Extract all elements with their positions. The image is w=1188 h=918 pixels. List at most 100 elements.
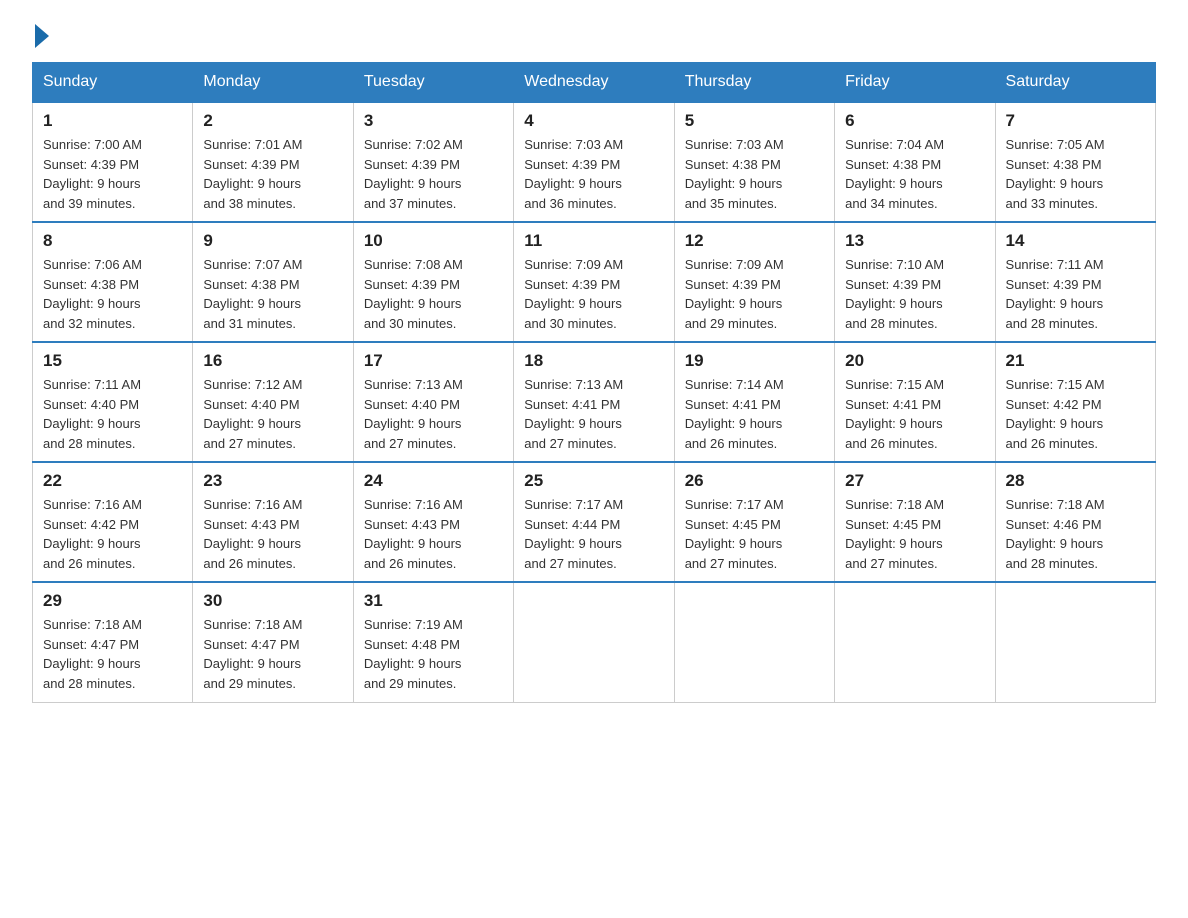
day-info: Sunrise: 7:19 AM Sunset: 4:48 PM Dayligh… (364, 615, 503, 693)
weekday-header-monday: Monday (193, 63, 353, 103)
day-info: Sunrise: 7:18 AM Sunset: 4:47 PM Dayligh… (43, 615, 182, 693)
day-info: Sunrise: 7:10 AM Sunset: 4:39 PM Dayligh… (845, 255, 984, 333)
calendar-cell: 22 Sunrise: 7:16 AM Sunset: 4:42 PM Dayl… (33, 462, 193, 582)
day-info: Sunrise: 7:15 AM Sunset: 4:42 PM Dayligh… (1006, 375, 1145, 453)
calendar-cell: 8 Sunrise: 7:06 AM Sunset: 4:38 PM Dayli… (33, 222, 193, 342)
day-number: 21 (1006, 351, 1145, 371)
day-number: 17 (364, 351, 503, 371)
day-info: Sunrise: 7:04 AM Sunset: 4:38 PM Dayligh… (845, 135, 984, 213)
day-info: Sunrise: 7:03 AM Sunset: 4:38 PM Dayligh… (685, 135, 824, 213)
calendar-cell: 10 Sunrise: 7:08 AM Sunset: 4:39 PM Dayl… (353, 222, 513, 342)
calendar-cell: 28 Sunrise: 7:18 AM Sunset: 4:46 PM Dayl… (995, 462, 1155, 582)
day-number: 15 (43, 351, 182, 371)
day-info: Sunrise: 7:18 AM Sunset: 4:45 PM Dayligh… (845, 495, 984, 573)
day-info: Sunrise: 7:01 AM Sunset: 4:39 PM Dayligh… (203, 135, 342, 213)
calendar-cell: 15 Sunrise: 7:11 AM Sunset: 4:40 PM Dayl… (33, 342, 193, 462)
calendar-cell: 30 Sunrise: 7:18 AM Sunset: 4:47 PM Dayl… (193, 582, 353, 702)
weekday-header-row: SundayMondayTuesdayWednesdayThursdayFrid… (33, 63, 1156, 103)
calendar-week-row: 1 Sunrise: 7:00 AM Sunset: 4:39 PM Dayli… (33, 102, 1156, 222)
day-number: 27 (845, 471, 984, 491)
day-info: Sunrise: 7:11 AM Sunset: 4:39 PM Dayligh… (1006, 255, 1145, 333)
day-number: 29 (43, 591, 182, 611)
day-number: 25 (524, 471, 663, 491)
day-number: 4 (524, 111, 663, 131)
calendar-cell: 9 Sunrise: 7:07 AM Sunset: 4:38 PM Dayli… (193, 222, 353, 342)
day-info: Sunrise: 7:16 AM Sunset: 4:43 PM Dayligh… (364, 495, 503, 573)
calendar-cell: 21 Sunrise: 7:15 AM Sunset: 4:42 PM Dayl… (995, 342, 1155, 462)
day-info: Sunrise: 7:09 AM Sunset: 4:39 PM Dayligh… (524, 255, 663, 333)
weekday-header-saturday: Saturday (995, 63, 1155, 103)
day-info: Sunrise: 7:02 AM Sunset: 4:39 PM Dayligh… (364, 135, 503, 213)
day-info: Sunrise: 7:05 AM Sunset: 4:38 PM Dayligh… (1006, 135, 1145, 213)
weekday-header-wednesday: Wednesday (514, 63, 674, 103)
day-info: Sunrise: 7:15 AM Sunset: 4:41 PM Dayligh… (845, 375, 984, 453)
day-info: Sunrise: 7:16 AM Sunset: 4:42 PM Dayligh… (43, 495, 182, 573)
day-number: 9 (203, 231, 342, 251)
calendar-cell: 31 Sunrise: 7:19 AM Sunset: 4:48 PM Dayl… (353, 582, 513, 702)
calendar-cell: 11 Sunrise: 7:09 AM Sunset: 4:39 PM Dayl… (514, 222, 674, 342)
day-number: 20 (845, 351, 984, 371)
day-info: Sunrise: 7:09 AM Sunset: 4:39 PM Dayligh… (685, 255, 824, 333)
day-info: Sunrise: 7:08 AM Sunset: 4:39 PM Dayligh… (364, 255, 503, 333)
day-number: 30 (203, 591, 342, 611)
calendar-cell: 12 Sunrise: 7:09 AM Sunset: 4:39 PM Dayl… (674, 222, 834, 342)
day-number: 5 (685, 111, 824, 131)
calendar-cell: 19 Sunrise: 7:14 AM Sunset: 4:41 PM Dayl… (674, 342, 834, 462)
day-info: Sunrise: 7:07 AM Sunset: 4:38 PM Dayligh… (203, 255, 342, 333)
calendar-cell: 1 Sunrise: 7:00 AM Sunset: 4:39 PM Dayli… (33, 102, 193, 222)
day-number: 14 (1006, 231, 1145, 251)
calendar-cell: 26 Sunrise: 7:17 AM Sunset: 4:45 PM Dayl… (674, 462, 834, 582)
day-info: Sunrise: 7:11 AM Sunset: 4:40 PM Dayligh… (43, 375, 182, 453)
calendar-table: SundayMondayTuesdayWednesdayThursdayFrid… (32, 62, 1156, 703)
calendar-cell: 3 Sunrise: 7:02 AM Sunset: 4:39 PM Dayli… (353, 102, 513, 222)
logo-arrow-icon (35, 24, 49, 48)
calendar-cell (674, 582, 834, 702)
day-info: Sunrise: 7:18 AM Sunset: 4:47 PM Dayligh… (203, 615, 342, 693)
day-info: Sunrise: 7:17 AM Sunset: 4:44 PM Dayligh… (524, 495, 663, 573)
day-number: 12 (685, 231, 824, 251)
calendar-week-row: 22 Sunrise: 7:16 AM Sunset: 4:42 PM Dayl… (33, 462, 1156, 582)
day-number: 24 (364, 471, 503, 491)
day-number: 2 (203, 111, 342, 131)
day-number: 18 (524, 351, 663, 371)
day-number: 23 (203, 471, 342, 491)
weekday-header-thursday: Thursday (674, 63, 834, 103)
day-number: 10 (364, 231, 503, 251)
day-number: 6 (845, 111, 984, 131)
calendar-cell (995, 582, 1155, 702)
day-info: Sunrise: 7:13 AM Sunset: 4:40 PM Dayligh… (364, 375, 503, 453)
day-info: Sunrise: 7:17 AM Sunset: 4:45 PM Dayligh… (685, 495, 824, 573)
day-info: Sunrise: 7:00 AM Sunset: 4:39 PM Dayligh… (43, 135, 182, 213)
logo (32, 24, 52, 46)
weekday-header-tuesday: Tuesday (353, 63, 513, 103)
day-info: Sunrise: 7:12 AM Sunset: 4:40 PM Dayligh… (203, 375, 342, 453)
calendar-cell: 6 Sunrise: 7:04 AM Sunset: 4:38 PM Dayli… (835, 102, 995, 222)
calendar-week-row: 8 Sunrise: 7:06 AM Sunset: 4:38 PM Dayli… (33, 222, 1156, 342)
calendar-cell: 17 Sunrise: 7:13 AM Sunset: 4:40 PM Dayl… (353, 342, 513, 462)
day-info: Sunrise: 7:14 AM Sunset: 4:41 PM Dayligh… (685, 375, 824, 453)
day-number: 3 (364, 111, 503, 131)
calendar-cell: 24 Sunrise: 7:16 AM Sunset: 4:43 PM Dayl… (353, 462, 513, 582)
day-info: Sunrise: 7:18 AM Sunset: 4:46 PM Dayligh… (1006, 495, 1145, 573)
calendar-cell: 18 Sunrise: 7:13 AM Sunset: 4:41 PM Dayl… (514, 342, 674, 462)
calendar-cell: 27 Sunrise: 7:18 AM Sunset: 4:45 PM Dayl… (835, 462, 995, 582)
weekday-header-sunday: Sunday (33, 63, 193, 103)
page-header (32, 24, 1156, 46)
day-number: 28 (1006, 471, 1145, 491)
day-number: 16 (203, 351, 342, 371)
weekday-header-friday: Friday (835, 63, 995, 103)
day-info: Sunrise: 7:03 AM Sunset: 4:39 PM Dayligh… (524, 135, 663, 213)
day-info: Sunrise: 7:16 AM Sunset: 4:43 PM Dayligh… (203, 495, 342, 573)
calendar-cell: 23 Sunrise: 7:16 AM Sunset: 4:43 PM Dayl… (193, 462, 353, 582)
day-info: Sunrise: 7:06 AM Sunset: 4:38 PM Dayligh… (43, 255, 182, 333)
calendar-cell (514, 582, 674, 702)
day-number: 8 (43, 231, 182, 251)
calendar-week-row: 29 Sunrise: 7:18 AM Sunset: 4:47 PM Dayl… (33, 582, 1156, 702)
calendar-cell: 5 Sunrise: 7:03 AM Sunset: 4:38 PM Dayli… (674, 102, 834, 222)
calendar-cell: 16 Sunrise: 7:12 AM Sunset: 4:40 PM Dayl… (193, 342, 353, 462)
day-number: 7 (1006, 111, 1145, 131)
calendar-cell: 20 Sunrise: 7:15 AM Sunset: 4:41 PM Dayl… (835, 342, 995, 462)
day-number: 26 (685, 471, 824, 491)
day-number: 19 (685, 351, 824, 371)
day-number: 1 (43, 111, 182, 131)
